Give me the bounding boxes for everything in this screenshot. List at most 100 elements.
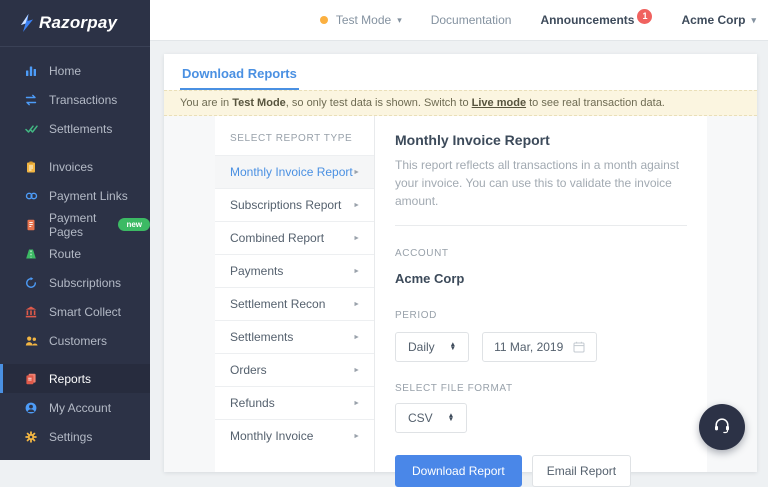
report-panel: SELECT REPORT TYPE Monthly Invoice Repor… <box>215 116 707 472</box>
sidebar-item-invoices[interactable]: Invoices <box>0 152 150 181</box>
test-mode-toggle[interactable]: Test Mode ▾ <box>320 13 402 27</box>
sidebar-item-label: My Account <box>49 401 111 415</box>
transactions-icon <box>24 93 38 107</box>
sidebar: Razorpay Home Transactions Settlements <box>0 0 150 460</box>
customers-icon <box>24 334 38 348</box>
sidebar-nav: Home Transactions Settlements Invoices P <box>0 47 150 451</box>
report-item-label: Orders <box>230 363 267 377</box>
period-label: PERIOD <box>395 310 437 321</box>
report-description: This report reflects all transactions in… <box>395 156 687 210</box>
support-button[interactable] <box>699 404 745 450</box>
report-item-label: Payments <box>230 264 283 278</box>
sidebar-item-transactions[interactable]: Transactions <box>0 85 150 114</box>
sidebar-item-settings[interactable]: Settings <box>0 422 150 451</box>
announcements-badge: 1 <box>637 9 652 24</box>
razorpay-logo[interactable]: Razorpay <box>0 0 150 47</box>
settlements-icon <box>24 122 38 136</box>
report-item-label: Combined Report <box>230 231 324 245</box>
report-item-orders[interactable]: Orders ► <box>215 353 374 386</box>
report-item-payments[interactable]: Payments ► <box>215 254 374 287</box>
file-format-value: CSV <box>408 411 433 425</box>
chevron-right-icon: ► <box>353 268 360 275</box>
sidebar-item-settlements[interactable]: Settlements <box>0 114 150 143</box>
sidebar-item-label: Route <box>49 247 81 261</box>
sidebar-item-label: Settings <box>49 430 92 444</box>
topbar: Test Mode ▾ Documentation Announcements … <box>150 0 768 41</box>
report-item-label: Settlements <box>230 330 293 344</box>
stepper-icon: ▲▼ <box>448 414 454 423</box>
documentation-link[interactable]: Documentation <box>431 13 512 27</box>
report-item-refunds[interactable]: Refunds ► <box>215 386 374 419</box>
test-mode-label: Test Mode <box>336 13 391 27</box>
file-format-select[interactable]: CSV ▲▼ <box>395 403 467 433</box>
sidebar-item-payment-pages[interactable]: Payment Pages new <box>0 210 150 239</box>
report-item-monthly-invoice-report[interactable]: Monthly Invoice Report ► <box>215 155 374 188</box>
subscriptions-icon <box>24 276 38 290</box>
report-item-label: Monthly Invoice <box>230 429 313 443</box>
report-item-label: Refunds <box>230 396 275 410</box>
home-icon <box>24 64 38 78</box>
report-item-combined-report[interactable]: Combined Report ► <box>215 221 374 254</box>
banner-text: , so only test data is shown. Switch to <box>286 97 472 109</box>
account-menu[interactable]: Acme Corp ▾ <box>681 13 756 27</box>
stepper-icon: ▲▼ <box>450 343 456 352</box>
period-select[interactable]: Daily ▲▼ <box>395 332 469 362</box>
banner-text: You are in <box>180 97 232 109</box>
route-icon <box>24 247 38 261</box>
tab-bar: Download Reports <box>164 54 757 90</box>
sidebar-item-subscriptions[interactable]: Subscriptions <box>0 268 150 297</box>
new-badge: new <box>118 218 150 231</box>
file-format-label: SELECT FILE FORMAT <box>395 383 687 394</box>
format-controls: CSV ▲▼ <box>395 403 687 433</box>
account-value: Acme Corp <box>395 271 687 286</box>
sidebar-item-route[interactable]: Route <box>0 239 150 268</box>
sidebar-item-label: Transactions <box>49 93 117 107</box>
sidebar-item-label: Subscriptions <box>49 276 121 290</box>
payment-links-icon <box>24 189 38 203</box>
account-name: Acme Corp <box>681 13 745 27</box>
invoices-icon <box>24 160 38 174</box>
announcements-label: Announcements <box>540 13 634 27</box>
reports-card: Download Reports You are in Test Mode, s… <box>164 54 757 472</box>
report-item-monthly-invoice[interactable]: Monthly Invoice ► <box>215 419 374 452</box>
sidebar-item-label: Payment Links <box>49 189 128 203</box>
chevron-right-icon: ► <box>353 400 360 407</box>
sidebar-item-payment-links[interactable]: Payment Links <box>0 181 150 210</box>
razorpay-logo-icon <box>20 14 34 32</box>
chevron-right-icon: ► <box>353 367 360 374</box>
report-item-settlement-recon[interactable]: Settlement Recon ► <box>215 287 374 320</box>
settings-icon <box>24 430 38 444</box>
divider <box>395 225 687 226</box>
sidebar-item-label: Payment Pages <box>49 211 108 239</box>
chevron-right-icon: ► <box>353 301 360 308</box>
live-mode-link[interactable]: Live mode <box>472 97 526 109</box>
chevron-down-icon: ▾ <box>751 15 756 26</box>
account-label: ACCOUNT <box>395 248 449 259</box>
date-input[interactable]: 11 Mar, 2019 <box>482 332 597 362</box>
sidebar-item-home[interactable]: Home <box>0 56 150 85</box>
sidebar-item-label: Invoices <box>49 160 93 174</box>
report-item-settlements[interactable]: Settlements ► <box>215 320 374 353</box>
report-item-label: Monthly Invoice Report <box>230 165 353 179</box>
period-value: Daily <box>408 340 435 354</box>
sidebar-item-label: Reports <box>49 372 91 386</box>
sidebar-item-my-account[interactable]: My Account <box>0 393 150 422</box>
chevron-right-icon: ► <box>353 202 360 209</box>
test-mode-banner: You are in Test Mode, so only test data … <box>164 90 757 116</box>
tab-download-reports[interactable]: Download Reports <box>180 54 299 90</box>
sidebar-item-smart-collect[interactable]: Smart Collect <box>0 297 150 326</box>
smart-collect-icon <box>24 305 38 319</box>
announcements-link[interactable]: Announcements 1 <box>540 13 652 28</box>
report-item-subscriptions-report[interactable]: Subscriptions Report ► <box>215 188 374 221</box>
chevron-right-icon: ► <box>353 235 360 242</box>
reports-icon <box>24 372 38 386</box>
sidebar-item-label: Home <box>49 64 81 78</box>
sidebar-item-customers[interactable]: Customers <box>0 326 150 355</box>
banner-test-mode: Test Mode <box>232 97 286 109</box>
chevron-down-icon: ▾ <box>397 15 402 26</box>
chevron-right-icon: ► <box>353 169 360 176</box>
period-controls: Daily ▲▼ 11 Mar, 2019 <box>395 332 687 362</box>
documentation-label: Documentation <box>431 13 512 27</box>
headset-icon <box>712 415 732 440</box>
sidebar-item-reports[interactable]: Reports <box>0 364 150 393</box>
